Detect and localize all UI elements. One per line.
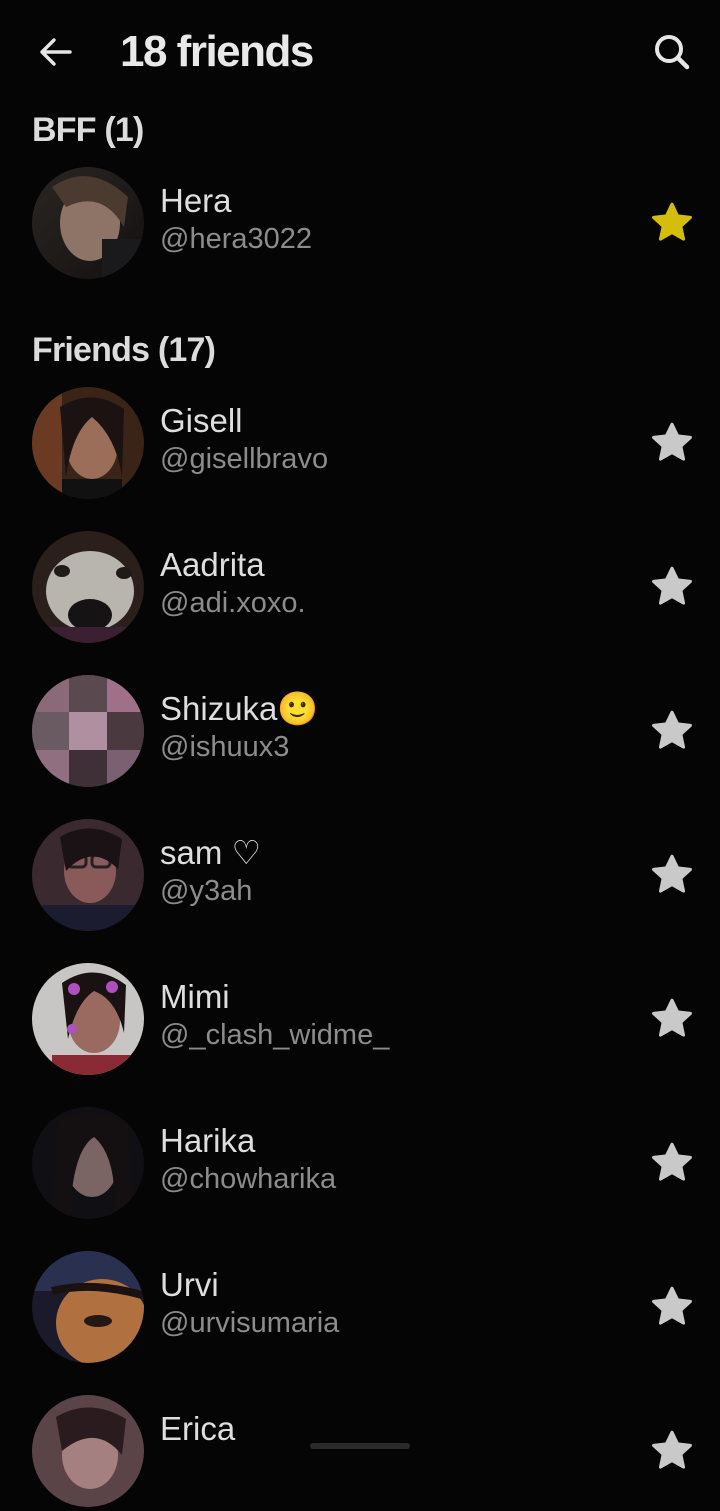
friend-handle: @_clash_widme_ (160, 1019, 390, 1051)
friend-row[interactable]: Mimi @_clash_widme_ (0, 959, 720, 1079)
friend-name: Hera (160, 182, 232, 219)
star-icon (652, 566, 692, 605)
favorite-toggle[interactable] (648, 199, 696, 247)
friend-name: Urvi (160, 1266, 219, 1303)
favorite-toggle[interactable] (648, 1283, 696, 1331)
friend-row[interactable]: Aadrita @adi.xoxo. (0, 527, 720, 647)
bff-section-title: BFF (1) (32, 111, 144, 149)
friend-row[interactable]: Gisell @gisellbravo (0, 383, 720, 503)
friend-name: sam ♡ (160, 834, 262, 871)
friend-name: Harika (160, 1122, 256, 1159)
star-icon (652, 854, 692, 893)
friend-handle: @urvisumaria (160, 1307, 340, 1339)
friend-row[interactable]: Erica (0, 1391, 720, 1511)
friend-row[interactable]: sam ♡ @y3ah (0, 815, 720, 935)
avatar (32, 387, 144, 499)
star-icon (652, 998, 692, 1037)
favorite-toggle[interactable] (648, 1139, 696, 1187)
star-icon (652, 710, 692, 749)
favorite-toggle[interactable] (648, 707, 696, 755)
friend-handle: @gisellbravo (160, 443, 329, 475)
friend-handle: @chowharika (160, 1163, 337, 1195)
friend-name: Mimi (160, 978, 230, 1015)
search-icon (655, 35, 690, 70)
avatar (32, 1251, 144, 1363)
top-bar: 18 friends (0, 0, 720, 104)
star-icon (652, 202, 692, 241)
back-button[interactable] (28, 26, 84, 78)
star-icon (652, 422, 692, 461)
friend-row[interactable]: Hera @hera3022 (0, 163, 720, 283)
friend-handle: @hera3022 (160, 223, 312, 255)
friend-row[interactable]: Harika @chowharika (0, 1103, 720, 1223)
friend-handle: @ishuux3 (160, 731, 290, 763)
arrow-left-icon (40, 38, 72, 66)
home-indicator (310, 1443, 410, 1449)
avatar (32, 1107, 144, 1219)
favorite-toggle[interactable] (648, 419, 696, 467)
friend-handle: @adi.xoxo. (160, 587, 306, 619)
avatar (32, 1395, 144, 1507)
search-button[interactable] (644, 24, 700, 80)
friend-name: Erica (160, 1410, 236, 1447)
favorite-toggle[interactable] (648, 851, 696, 899)
favorite-toggle[interactable] (648, 563, 696, 611)
friends-section-title: Friends (17) (32, 331, 216, 369)
friend-row[interactable]: Urvi @urvisumaria (0, 1247, 720, 1367)
friend-handle: @y3ah (160, 875, 253, 907)
avatar (32, 963, 144, 1075)
favorite-toggle[interactable] (648, 1427, 696, 1475)
friend-row[interactable]: Shizuka🙂 @ishuux3 (0, 671, 720, 791)
avatar (32, 675, 144, 787)
avatar (32, 819, 144, 931)
page-title: 18 friends (120, 27, 314, 76)
favorite-toggle[interactable] (648, 995, 696, 1043)
avatar (32, 531, 144, 643)
friend-name: Gisell (160, 402, 243, 439)
star-icon (652, 1142, 692, 1181)
star-icon (652, 1430, 692, 1469)
friend-name: Aadrita (160, 546, 265, 583)
friend-name: Shizuka🙂 (160, 690, 319, 727)
avatar (32, 167, 144, 279)
star-icon (652, 1286, 692, 1325)
